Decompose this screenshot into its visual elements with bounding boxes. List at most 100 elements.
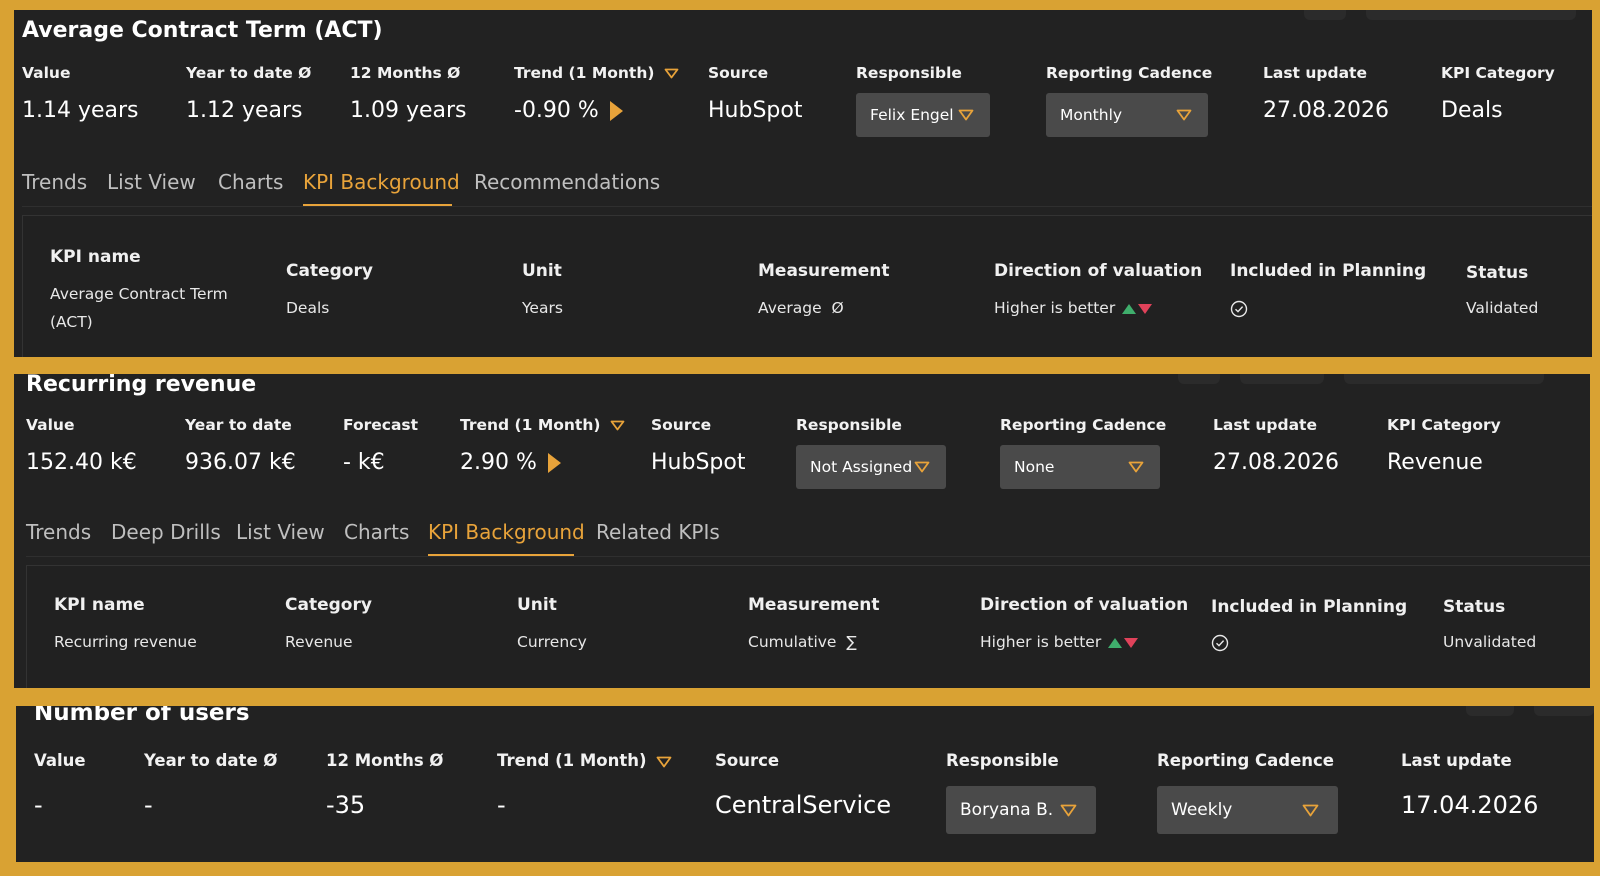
cell-kpi-name: Average Contract Term (ACT): [50, 280, 240, 336]
chevron-down-icon: [1060, 804, 1077, 817]
last-update-value: 17.04.2026: [1401, 791, 1539, 819]
header-measurement: Measurement: [758, 261, 890, 281]
panel-title: Number of users: [34, 706, 250, 726]
responsible-dropdown[interactable]: Felix Engel: [856, 93, 990, 137]
cadence-dropdown[interactable]: None: [1000, 445, 1160, 489]
cell-category: Revenue: [285, 633, 353, 651]
twelve-months-value: -35: [326, 791, 366, 819]
active-tab-indicator: [303, 204, 452, 206]
ytd-value: -: [144, 791, 153, 819]
responsible-value: Boryana B.: [960, 800, 1054, 820]
ytd-value: 936.07 k€: [185, 450, 296, 475]
trend-label: Trend (1 Month): [460, 416, 625, 434]
tab-list-view[interactable]: List View: [107, 170, 196, 194]
header-direction: Direction of valuation: [994, 261, 1203, 281]
panel-action-stub[interactable]: [1466, 706, 1514, 716]
trend-filter-icon[interactable]: [664, 68, 679, 79]
ytd-label: Year to date Ø: [186, 64, 312, 82]
cadence-label: Reporting Cadence: [1000, 416, 1167, 434]
tab-kpi-background[interactable]: KPI Background: [428, 520, 585, 544]
tab-deep-drills[interactable]: Deep Drills: [111, 520, 221, 544]
header-unit: Unit: [522, 261, 562, 281]
tab-charts[interactable]: Charts: [344, 520, 409, 544]
cell-status: Validated: [1466, 299, 1539, 317]
trend-label-text: Trend (1 Month): [460, 416, 601, 434]
header-status: Status: [1466, 263, 1529, 283]
panel-action-stub[interactable]: [1366, 10, 1576, 20]
panel-action-stub[interactable]: [1240, 374, 1324, 384]
kpi-panel-recurring-revenue: Recurring revenue Value 152.40 k€ Year t…: [14, 374, 1590, 688]
last-update-value: 27.08.2026: [1263, 98, 1389, 123]
cell-status: Unvalidated: [1443, 633, 1537, 651]
panel-action-stub[interactable]: [1304, 10, 1346, 20]
header-measurement: Measurement: [748, 595, 880, 615]
cell-kpi-name: Recurring revenue: [54, 633, 197, 651]
check-circle-icon: [1211, 634, 1229, 651]
tab-list-view[interactable]: List View: [236, 520, 325, 544]
panel-action-stub[interactable]: [1178, 374, 1220, 384]
source-label: Source: [708, 64, 769, 82]
average-symbol-icon: Ø: [831, 299, 844, 317]
twelve-months-label: 12 Months Ø: [350, 64, 461, 82]
twelve-months-label: 12 Months Ø: [326, 751, 444, 770]
cadence-label: Reporting Cadence: [1157, 751, 1334, 770]
value-label: Value: [22, 64, 71, 82]
trend-label: Trend (1 Month): [497, 751, 672, 770]
header-kpi-name: KPI name: [50, 247, 141, 267]
measurement-text: Cumulative: [748, 633, 837, 651]
tab-trends[interactable]: Trends: [22, 170, 87, 194]
panel-action-stub[interactable]: [1344, 374, 1544, 384]
tab-charts[interactable]: Charts: [218, 170, 283, 194]
kpi-panel-number-of-users: Number of users Value - Year to date Ø -…: [16, 706, 1594, 862]
source-label: Source: [715, 751, 780, 770]
twelve-months-value: 1.09 years: [350, 98, 467, 123]
tab-kpi-background[interactable]: KPI Background: [303, 170, 460, 194]
value-label: Value: [26, 416, 75, 434]
tab-related-kpis[interactable]: Related KPIs: [596, 520, 720, 544]
panel-action-stub[interactable]: [1534, 706, 1594, 716]
cadence-dropdown[interactable]: Weekly: [1157, 786, 1338, 834]
kpi-name-text: Average Contract Term (ACT): [50, 285, 228, 331]
trend-filter-icon[interactable]: [610, 420, 625, 431]
header-category: Category: [286, 261, 373, 281]
ytd-label: Year to date Ø: [144, 751, 278, 770]
responsible-label: Responsible: [856, 64, 962, 82]
sum-symbol-icon: ∑: [846, 633, 857, 651]
trend-value: 2.90 %: [460, 450, 537, 475]
kpi-background-card: KPI name Average Contract Term (ACT) Cat…: [22, 215, 1592, 357]
responsible-label: Responsible: [796, 416, 902, 434]
cell-measurement: Average Ø: [758, 294, 844, 322]
check-circle-icon: [1230, 300, 1248, 317]
up-down-arrows-icon: [1108, 637, 1139, 648]
responsible-value: Felix Engel: [870, 106, 954, 124]
chevron-down-icon: [914, 461, 930, 473]
cadence-value: Weekly: [1171, 800, 1233, 820]
value-value: 152.40 k€: [26, 450, 137, 475]
header-included: Included in Planning: [1230, 261, 1427, 281]
header-included: Included in Planning: [1211, 597, 1408, 617]
trend-filter-icon[interactable]: [656, 756, 672, 768]
cell-category: Deals: [286, 299, 330, 317]
source-value: HubSpot: [708, 98, 803, 123]
tab-trends[interactable]: Trends: [26, 520, 91, 544]
tab-divider: [26, 556, 1590, 557]
value-value: 1.14 years: [22, 98, 139, 123]
chevron-down-icon: [1302, 804, 1319, 817]
cadence-dropdown[interactable]: Monthly: [1046, 93, 1208, 137]
responsible-dropdown[interactable]: Boryana B.: [946, 786, 1096, 834]
trend-label: Trend (1 Month): [514, 64, 679, 82]
cadence-value: None: [1014, 458, 1055, 476]
kpi-category-label: KPI Category: [1387, 416, 1501, 434]
cell-unit: Years: [522, 299, 563, 317]
tab-divider: [22, 206, 1592, 207]
ytd-label: Year to date: [185, 416, 292, 434]
cell-included: [1211, 628, 1229, 656]
direction-text: Higher is better: [980, 633, 1102, 651]
forecast-label: Forecast: [343, 416, 419, 434]
trend-right-arrow-icon: [609, 101, 623, 121]
source-value: CentralService: [715, 791, 892, 819]
kpi-panel-act: Average Contract Term (ACT) Value 1.14 y…: [14, 10, 1592, 357]
cell-measurement: Cumulative ∑: [748, 628, 857, 656]
tab-recommendations[interactable]: Recommendations: [474, 170, 660, 194]
responsible-dropdown[interactable]: Not Assigned: [796, 445, 946, 489]
